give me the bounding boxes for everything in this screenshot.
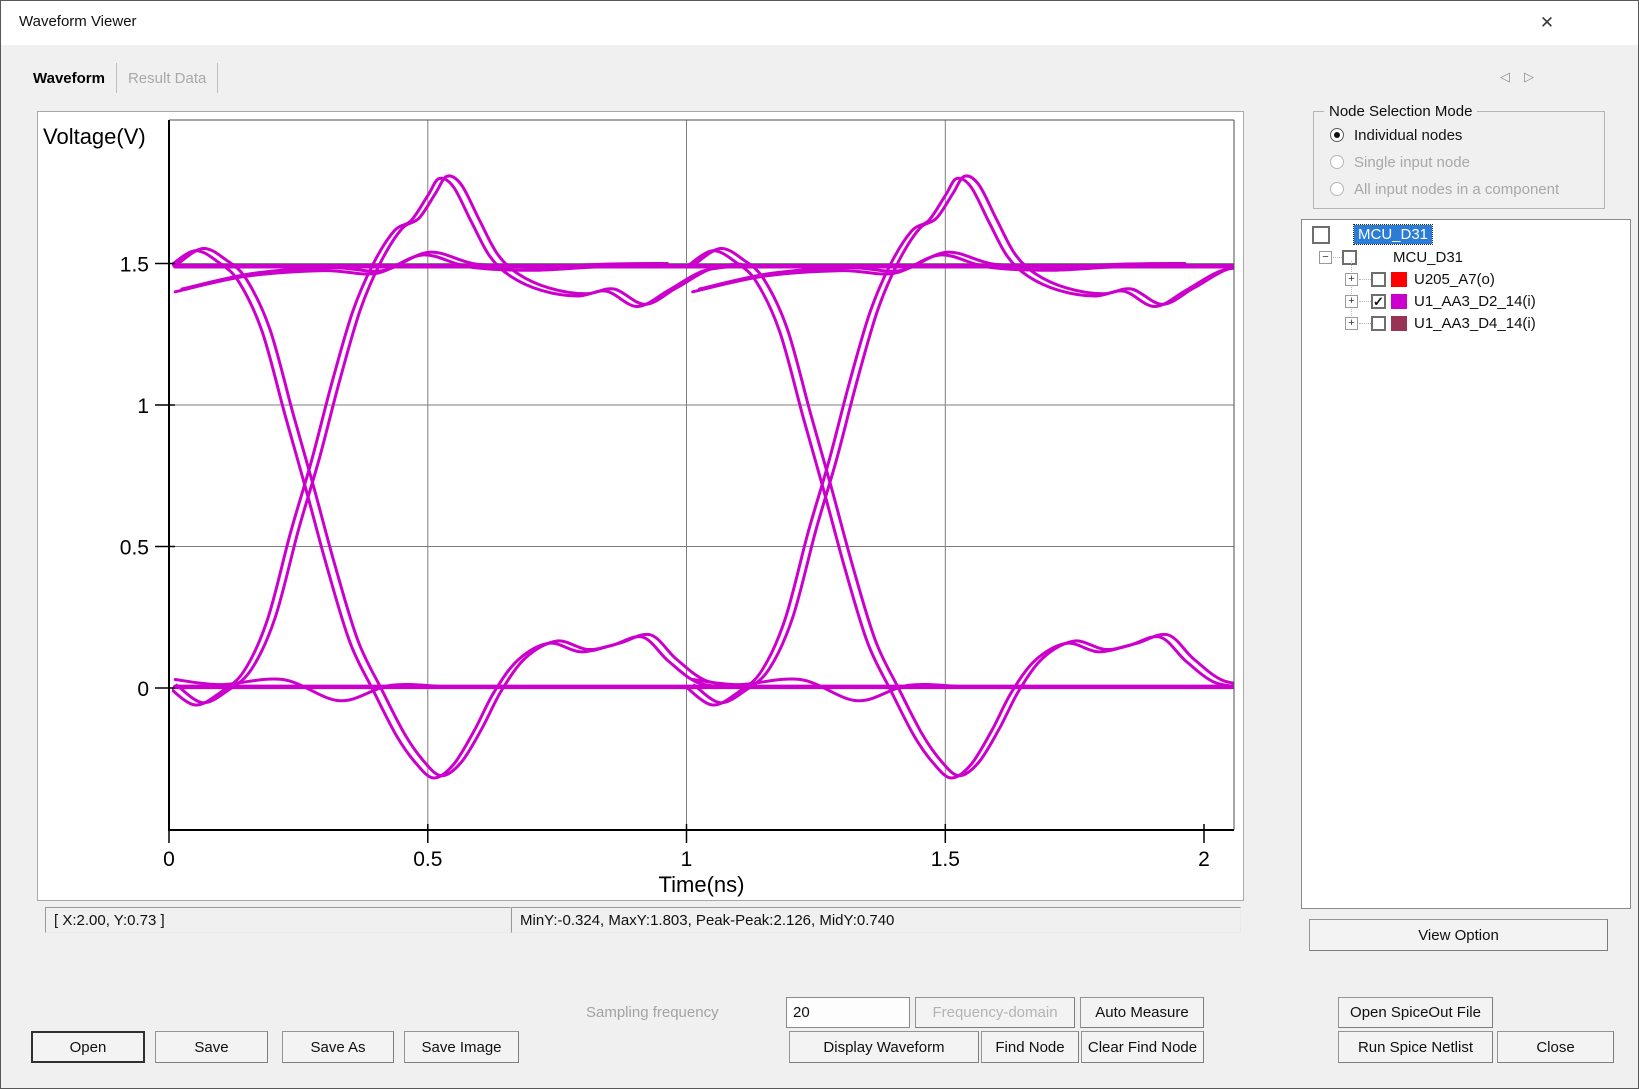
- node-selection-mode-group: Node Selection Mode Individual nodes Sin…: [1313, 111, 1605, 209]
- radio-all-input-nodes: [1330, 182, 1344, 196]
- expand-toggle-icon[interactable]: +: [1345, 317, 1358, 330]
- tree-connector: [1351, 261, 1352, 324]
- open-button[interactable]: Open: [31, 1031, 145, 1063]
- radio-individual-nodes[interactable]: [1330, 128, 1344, 142]
- tab-scroll-left-icon[interactable]: ◁: [1500, 69, 1510, 85]
- collapse-toggle-icon[interactable]: −: [1319, 251, 1332, 264]
- gridlines: [169, 120, 1234, 830]
- measurements-text: MinY:-0.324, MaxY:1.803, Peak-Peak:2.126…: [520, 912, 894, 929]
- close-icon[interactable]: ✕: [1532, 10, 1562, 36]
- tree-connector: [1359, 279, 1371, 280]
- open-spiceout-file-button[interactable]: Open SpiceOut File: [1338, 997, 1493, 1028]
- save-as-button[interactable]: Save As: [282, 1031, 394, 1063]
- auto-measure-button[interactable]: Auto Measure: [1080, 997, 1204, 1028]
- window-title: Waveform Viewer: [19, 13, 137, 30]
- tree-root-label[interactable]: MCU_D31: [1354, 225, 1432, 244]
- checkbox-node[interactable]: ✓: [1371, 294, 1386, 309]
- close-button[interactable]: Close: [1497, 1031, 1614, 1063]
- sampling-frequency-input[interactable]: [786, 997, 910, 1028]
- frequency-domain-button: Frequency-domain: [915, 997, 1075, 1028]
- chart-text: 1: [137, 395, 149, 418]
- display-waveform-button[interactable]: Display Waveform: [789, 1031, 979, 1063]
- checkbox-group[interactable]: [1342, 250, 1357, 265]
- group-title: Node Selection Mode: [1324, 103, 1477, 120]
- save-image-button[interactable]: Save Image: [404, 1031, 519, 1063]
- color-swatch: [1391, 294, 1407, 309]
- chart-text: 1.5: [120, 254, 149, 277]
- expand-toggle-icon[interactable]: +: [1345, 295, 1358, 308]
- run-spice-netlist-button[interactable]: Run Spice Netlist: [1338, 1031, 1493, 1063]
- radio-label: All input nodes in a component: [1354, 181, 1559, 198]
- tree-node-label[interactable]: U1_AA3_D2_14(i): [1414, 293, 1536, 310]
- tab-result-data[interactable]: Result Data: [117, 63, 218, 93]
- checkbox-root[interactable]: [1312, 226, 1330, 244]
- chart-text: Voltage(V): [43, 124, 146, 149]
- save-button[interactable]: Save: [155, 1031, 268, 1063]
- chart-text: 1: [681, 848, 693, 871]
- node-tree[interactable]: MCU_D31 − MCU_D31 + U205_A7(o) + ✓ U1_AA…: [1301, 219, 1631, 909]
- radio-row-single-input-node: Single input node: [1330, 151, 1470, 173]
- tree-node-label[interactable]: U1_AA3_D4_14(i): [1414, 315, 1536, 332]
- waveform-chart-svg: Voltage(V) Time(ns) 0 0.5 1 1.5 0 0.5 1 1.5 2: [38, 112, 1243, 900]
- tree-connector: [1359, 323, 1371, 324]
- expand-toggle-icon[interactable]: +: [1345, 273, 1358, 286]
- cursor-position-text: [ X:2.00, Y:0.73 ]: [54, 912, 165, 929]
- clear-find-node-button[interactable]: Clear Find Node: [1081, 1031, 1204, 1063]
- status-measurements: MinY:-0.324, MaxY:1.803, Peak-Peak:2.126…: [511, 907, 1241, 933]
- tree-connector: [1333, 257, 1342, 258]
- waveform-viewer-window: Waveform Viewer ✕ Waveform Result Data ◁…: [0, 0, 1639, 1089]
- chart-text: 0.5: [413, 848, 442, 871]
- tab-scroll-arrows: ◁ ▷: [1500, 69, 1534, 85]
- checkbox-node[interactable]: [1371, 272, 1386, 287]
- tree-connector: [1359, 301, 1371, 302]
- view-option-button[interactable]: View Option: [1309, 919, 1608, 951]
- tab-scroll-right-icon[interactable]: ▷: [1524, 69, 1534, 85]
- chart-text: 0: [163, 848, 175, 871]
- chart-text: 0: [137, 678, 149, 701]
- title-bar: Waveform Viewer ✕: [1, 1, 1638, 45]
- chart-text: 2: [1198, 848, 1210, 871]
- chart-text: Time(ns): [659, 872, 745, 897]
- chart-axes: Voltage(V) Time(ns): [43, 120, 1234, 897]
- waveform-traces: [169, 176, 1243, 778]
- tree-group-label[interactable]: MCU_D31: [1393, 249, 1463, 266]
- find-node-button[interactable]: Find Node: [981, 1031, 1079, 1063]
- chart-text: 1.5: [931, 848, 960, 871]
- radio-row-all-input-nodes: All input nodes in a component: [1330, 178, 1559, 200]
- radio-row-individual-nodes[interactable]: Individual nodes: [1330, 124, 1462, 146]
- tree-node-label[interactable]: U205_A7(o): [1414, 271, 1495, 288]
- tab-strip: Waveform Result Data: [31, 63, 218, 93]
- chart-text: 0.5: [120, 537, 149, 560]
- radio-single-input-node: [1330, 155, 1344, 169]
- color-swatch: [1391, 272, 1407, 287]
- tab-waveform[interactable]: Waveform: [31, 63, 117, 93]
- radio-label: Individual nodes: [1354, 127, 1462, 144]
- status-cursor-position: [ X:2.00, Y:0.73 ]: [45, 907, 511, 933]
- sampling-frequency-label: Sampling frequency: [586, 1004, 719, 1021]
- waveform-chart-panel[interactable]: Voltage(V) Time(ns) 0 0.5 1 1.5 0 0.5 1 1.5 2: [37, 111, 1244, 901]
- checkbox-node[interactable]: [1371, 316, 1386, 331]
- radio-label: Single input node: [1354, 154, 1470, 171]
- color-swatch: [1391, 316, 1407, 331]
